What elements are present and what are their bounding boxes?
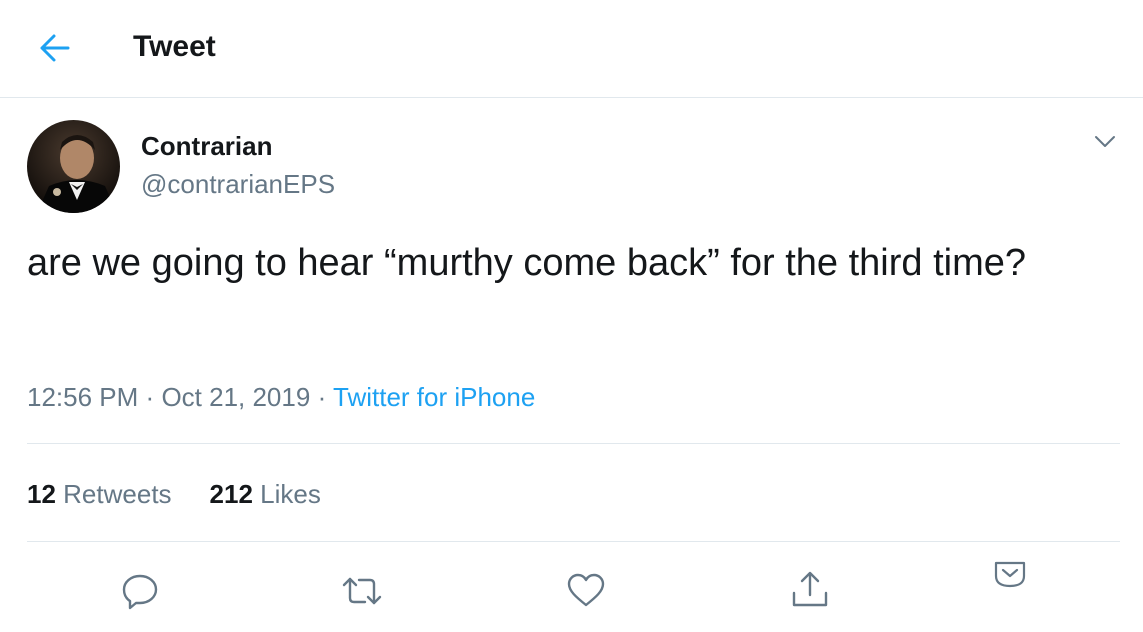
more-button[interactable] [990, 557, 1030, 591]
page-title: Tweet [133, 30, 216, 63]
arrow-left-icon [40, 34, 70, 62]
heart-icon [567, 573, 605, 607]
share-icon [792, 571, 828, 607]
reply-button[interactable] [118, 570, 162, 610]
tweet-options-button[interactable] [1090, 128, 1120, 154]
retweet-button[interactable] [338, 572, 386, 610]
likes-label: Likes [260, 479, 321, 509]
tweet-time: 12:56 PM [27, 382, 139, 412]
tweet-stats: 12 Retweets 212 Likes [27, 477, 321, 511]
retweet-icon [342, 577, 382, 605]
divider [27, 541, 1120, 542]
like-button[interactable] [564, 570, 608, 610]
share-button[interactable] [788, 569, 832, 611]
avatar[interactable] [27, 120, 120, 213]
meta-separator: · [317, 382, 327, 412]
retweets-stat[interactable]: 12 Retweets [27, 479, 172, 509]
back-button[interactable] [34, 30, 74, 66]
chevron-down-icon [1095, 136, 1115, 147]
tweet-meta: 12:56 PM · Oct 21, 2019 · Twitter for iP… [27, 380, 535, 414]
tweet-date: Oct 21, 2019 [161, 382, 311, 412]
divider [27, 443, 1120, 444]
retweets-count: 12 [27, 479, 56, 509]
likes-count: 212 [209, 479, 253, 509]
likes-stat[interactable]: 212 Likes [210, 479, 321, 509]
chevron-down-icon [994, 561, 1026, 588]
profile-photo [27, 120, 120, 213]
tweet-text: are we going to hear “murthy come back” … [27, 242, 1027, 284]
tweet-header: Tweet [0, 0, 1143, 98]
author-handle: @contrarianEPS [141, 169, 336, 199]
tweet-source-link[interactable]: Twitter for iPhone [333, 382, 535, 412]
reply-icon [122, 574, 158, 610]
retweets-label: Retweets [63, 479, 172, 509]
author-name[interactable]: Contrarian [141, 130, 272, 162]
meta-separator: · [145, 382, 155, 412]
